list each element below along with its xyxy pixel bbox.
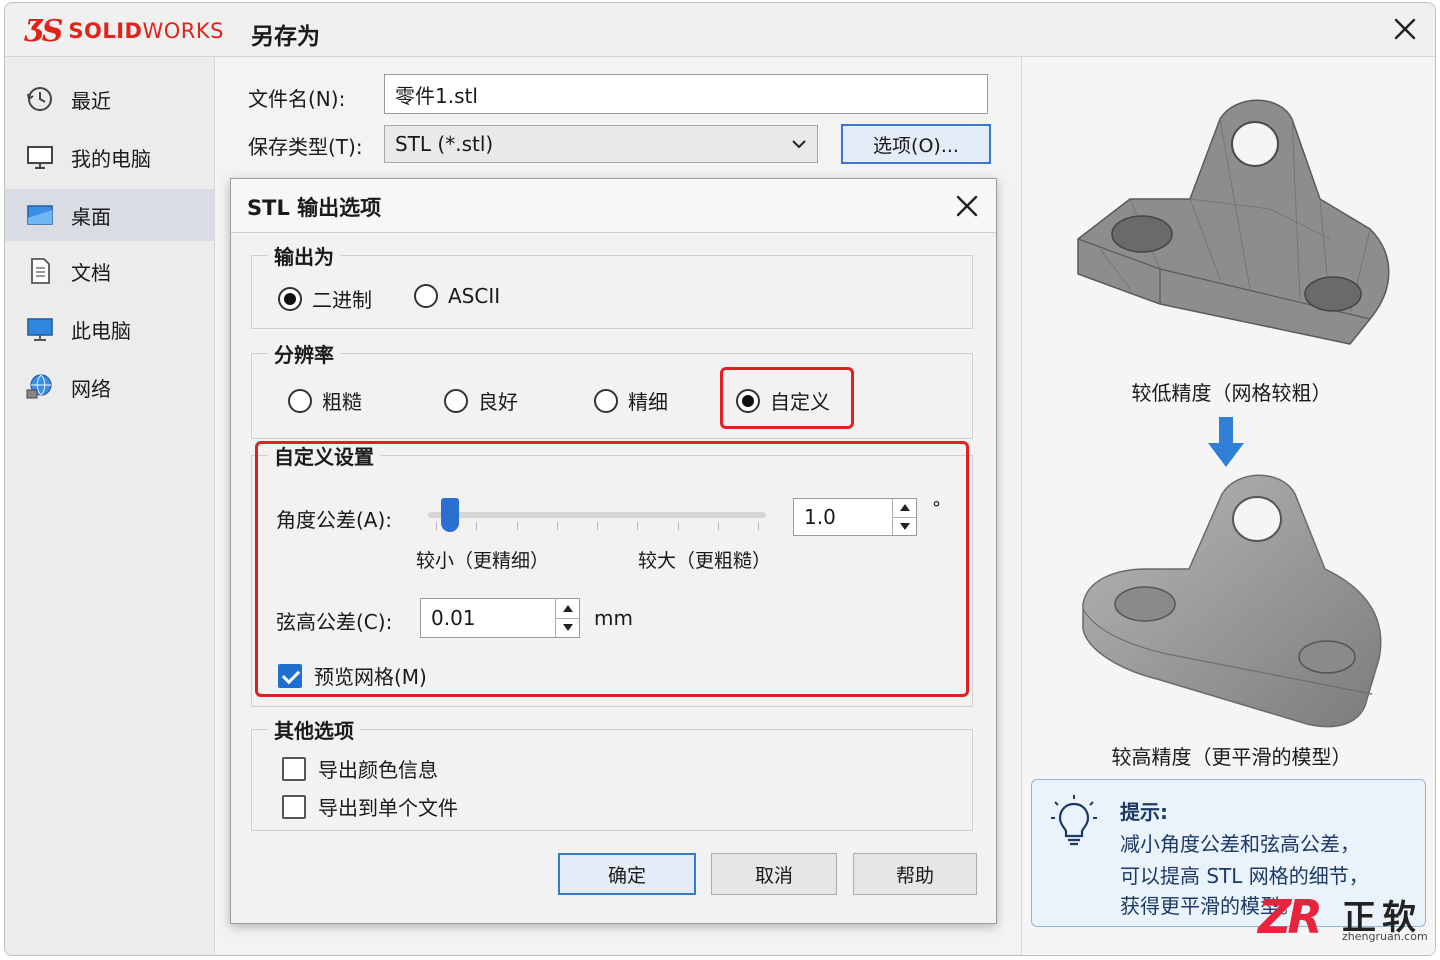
sidebar-item-my-computer[interactable]: 我的电脑	[5, 131, 215, 183]
radio-label: 粗糙	[322, 390, 362, 414]
window-title: 另存为	[251, 24, 320, 50]
export-single-file-checkbox[interactable]: 导出到单个文件	[282, 792, 458, 821]
desktop-icon	[27, 205, 53, 225]
radio-indicator	[414, 284, 438, 308]
radio-label: 二进制	[312, 288, 372, 312]
other-options-title: 其他选项	[268, 715, 360, 744]
radio-indicator	[594, 388, 618, 413]
watermark-logo-mark: ZR	[1258, 890, 1323, 944]
radio-coarse[interactable]: 粗糙	[288, 386, 362, 415]
sidebar-item-desktop[interactable]: 桌面	[5, 189, 215, 241]
watermark-url: zhengruan.com	[1342, 930, 1428, 943]
custom-settings-highlight-box	[255, 441, 969, 697]
radio-indicator	[444, 388, 468, 413]
cancel-button[interactable]: 取消	[711, 853, 837, 895]
zhengruan-watermark: ZR 正软 zhengruan.com	[1256, 886, 1436, 950]
radio-label: 良好	[478, 390, 518, 414]
sidebar-item-recent[interactable]: 最近	[5, 73, 215, 125]
filename-label: 文件名(N):	[248, 87, 346, 111]
dialog-header: STL 输出选项	[231, 179, 996, 233]
network-icon	[26, 374, 52, 399]
radio-fine[interactable]: 良好	[444, 386, 518, 415]
radio-label: ASCII	[448, 284, 501, 308]
smooth-mesh-model-image	[1082, 474, 1382, 728]
radio-finer[interactable]: 精细	[594, 386, 668, 415]
sidebar-item-network[interactable]: 网络	[5, 361, 215, 413]
lightbulb-icon	[1051, 795, 1097, 846]
sidebar-item-label: 此电脑	[71, 318, 131, 343]
save-type-select[interactable]: STL (*.stl)	[384, 125, 818, 163]
radio-ascii[interactable]: ASCII	[414, 284, 500, 308]
coarse-mesh-model-image	[1077, 99, 1390, 345]
window-close-icon[interactable]	[1391, 15, 1419, 43]
sidebar-item-label: 我的电脑	[71, 146, 151, 171]
checkbox-label: 导出颜色信息	[318, 758, 438, 782]
save-type-label: 保存类型(T):	[248, 135, 363, 159]
tip-line: 可以提高 STL 网格的细节，	[1120, 864, 1369, 888]
title-bar: ƷS SOLID WORKS 另存为	[5, 3, 1435, 57]
help-button[interactable]: 帮助	[853, 853, 977, 895]
checkbox-label: 导出到单个文件	[318, 796, 458, 820]
chevron-down-icon	[792, 140, 806, 149]
radio-label: 精细	[628, 390, 668, 414]
radio-indicator	[278, 286, 302, 311]
clock-icon	[27, 87, 52, 111]
filename-input[interactable]: 零件1.stl	[384, 74, 988, 114]
computer-icon	[27, 318, 53, 341]
save-type-value: STL (*.stl)	[395, 132, 494, 156]
resolution-title: 分辨率	[268, 339, 340, 368]
ds-logo-mark: ƷS	[25, 13, 63, 49]
ok-button[interactable]: 确定	[558, 853, 696, 895]
options-button[interactable]: 选项(O)...	[841, 124, 991, 164]
solidworks-logo: ƷS SOLID WORKS	[25, 11, 224, 51]
output-format-title: 输出为	[268, 241, 340, 270]
radio-binary[interactable]: 二进制	[278, 284, 372, 313]
arrow-down-icon	[1208, 417, 1244, 467]
resolution-group: 分辨率 粗糙 良好 精细 自定义	[251, 339, 973, 439]
sidebar-item-label: 文档	[71, 260, 111, 285]
sidebar-item-label: 桌面	[71, 204, 111, 229]
sidebar-item-label: 网络	[71, 376, 111, 401]
other-options-group: 其他选项 导出颜色信息 导出到单个文件	[251, 715, 973, 831]
sidebar-item-documents[interactable]: 文档	[5, 245, 215, 297]
checkbox-indicator	[282, 794, 306, 819]
preview-pane: 较低精度（网格较粗） 较高精度（更平滑的模型） 提示: 减小角度公差和弦高公差，…	[1021, 57, 1435, 955]
low-precision-caption: 较低精度（网格较粗）	[1131, 381, 1332, 405]
sidebar-item-label: 最近	[71, 88, 111, 113]
dialog-title: STL 输出选项	[247, 196, 382, 220]
dialog-close-icon[interactable]	[954, 193, 980, 219]
logo-text-works: WORKS	[142, 19, 224, 43]
radio-indicator	[288, 388, 312, 413]
places-sidebar: 最近 我的电脑 桌面 文档 此电脑 网络	[5, 57, 215, 955]
monitor-icon	[27, 146, 53, 169]
sidebar-item-this-pc[interactable]: 此电脑	[5, 303, 215, 355]
custom-highlight-box	[720, 367, 854, 429]
output-format-group: 输出为 二进制 ASCII	[251, 241, 973, 329]
tip-line: 减小角度公差和弦高公差，	[1120, 832, 1360, 856]
export-color-checkbox[interactable]: 导出颜色信息	[282, 754, 438, 783]
checkbox-indicator	[282, 756, 306, 781]
logo-text-solid: SOLID	[68, 19, 143, 43]
document-icon	[31, 258, 50, 284]
tip-title: 提示:	[1120, 800, 1168, 824]
stl-options-dialog: STL 输出选项 输出为 二进制 ASCII 分辨率 粗糙 良好 精细 自定义 …	[230, 178, 997, 924]
high-precision-caption: 较高精度（更平滑的模型）	[1111, 745, 1352, 769]
